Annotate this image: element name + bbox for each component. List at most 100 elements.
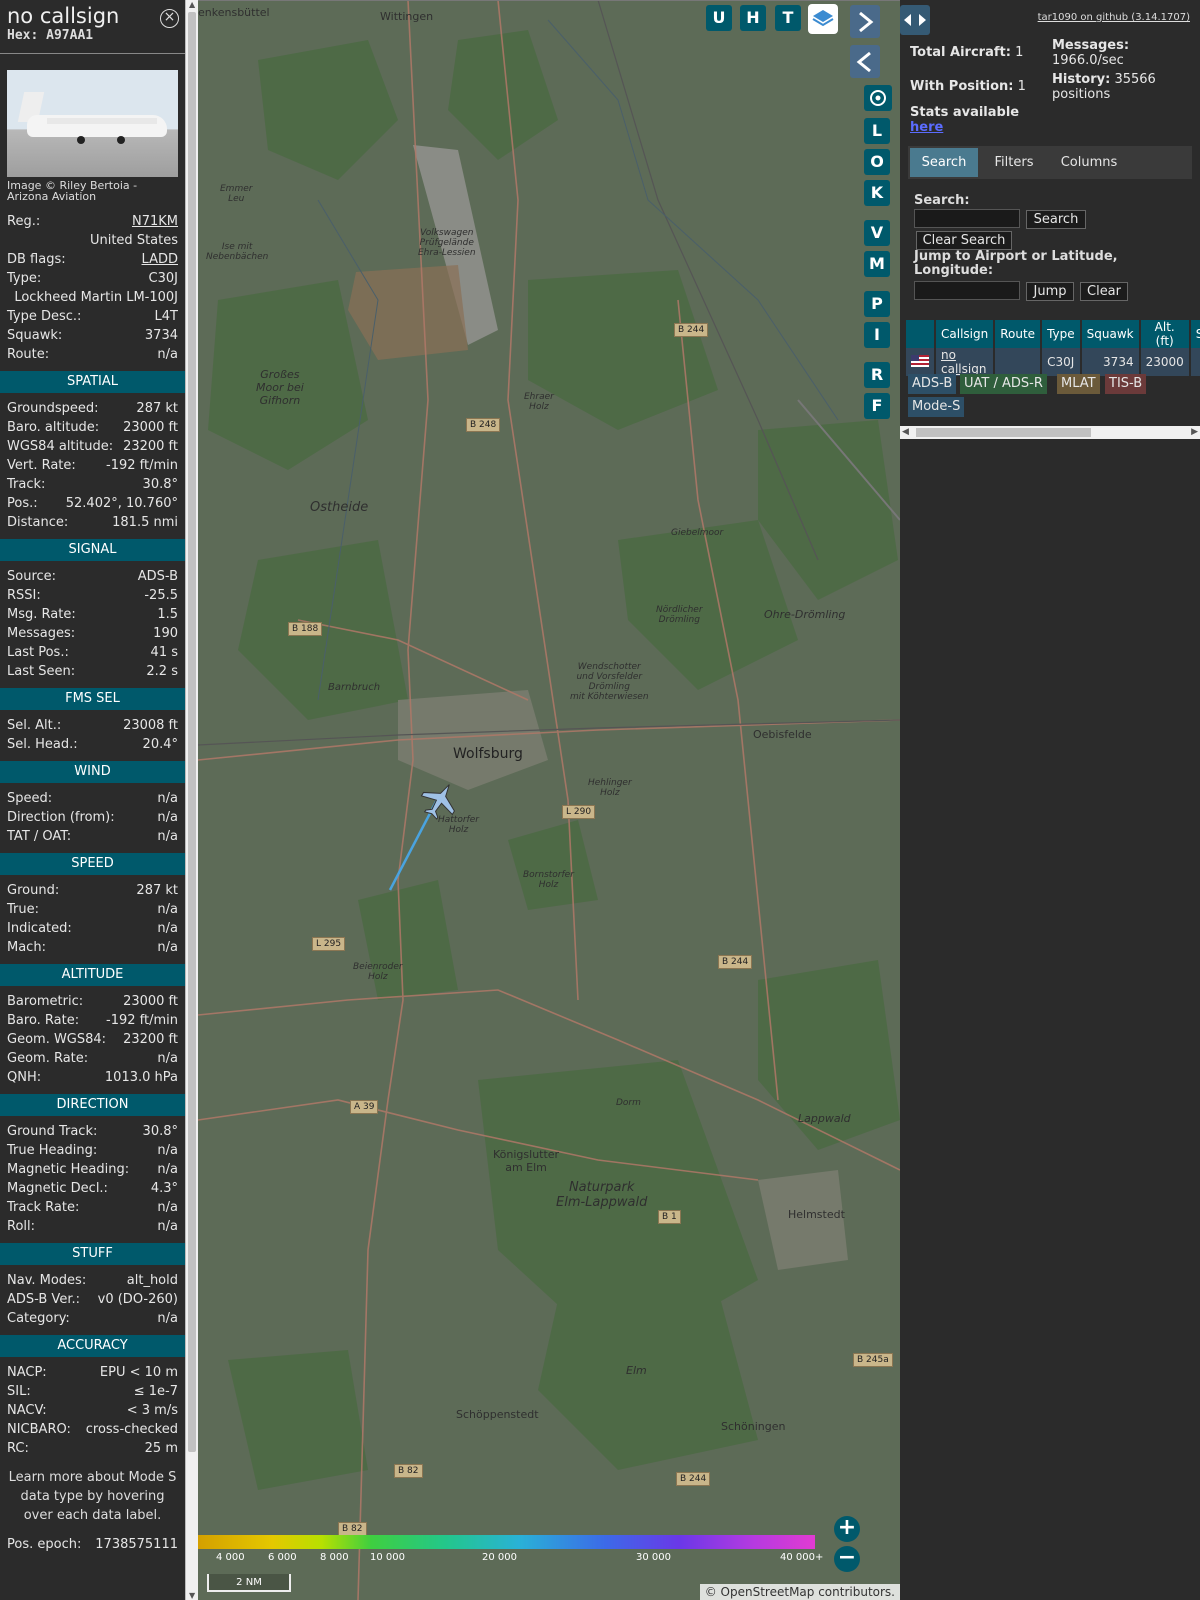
row-label[interactable]: Speed: bbox=[7, 789, 52, 808]
l-button[interactable]: L bbox=[864, 118, 890, 144]
row-label[interactable]: RSSI: bbox=[7, 586, 41, 605]
row-label[interactable]: Nav. Modes: bbox=[7, 1271, 86, 1290]
row-label[interactable]: Source: bbox=[7, 567, 56, 586]
info-row[interactable]: Reg.: N71KM bbox=[0, 212, 185, 231]
row-label[interactable]: SIL: bbox=[7, 1382, 31, 1401]
row-label[interactable]: WGS84 altitude: bbox=[7, 437, 113, 456]
settings-gear-icon[interactable] bbox=[864, 85, 892, 111]
p-button[interactable]: P bbox=[864, 291, 890, 317]
scrollbar-thumb[interactable] bbox=[188, 12, 196, 1452]
zoom-in-button[interactable]: + bbox=[834, 1516, 860, 1542]
row-label[interactable]: Geom. WGS84: bbox=[7, 1030, 106, 1049]
jump-input[interactable] bbox=[914, 281, 1020, 300]
row-label[interactable]: Track Rate: bbox=[7, 1198, 79, 1217]
row-label[interactable]: NICBARO: bbox=[7, 1420, 71, 1439]
jump-button[interactable]: Jump bbox=[1026, 282, 1074, 301]
row-label[interactable]: NACP: bbox=[7, 1363, 47, 1382]
close-icon[interactable]: × bbox=[160, 9, 179, 28]
row-label[interactable]: True Heading: bbox=[7, 1141, 97, 1160]
row-value[interactable]: LADD bbox=[142, 250, 178, 269]
tab-columns[interactable]: Columns bbox=[1050, 148, 1128, 177]
column-header-route[interactable]: Route bbox=[994, 320, 1043, 348]
i-button[interactable]: I bbox=[864, 322, 890, 348]
row-label[interactable]: Baro. altitude: bbox=[7, 418, 99, 437]
r-button[interactable]: R bbox=[864, 362, 890, 388]
row-label[interactable]: Magnetic Decl.: bbox=[7, 1179, 108, 1198]
aircraft-photo[interactable] bbox=[7, 70, 178, 177]
row-value: 20.4° bbox=[142, 737, 178, 752]
column-header-flag[interactable] bbox=[906, 320, 936, 348]
o-button[interactable]: O bbox=[864, 149, 890, 175]
row-label[interactable]: Ground: bbox=[7, 881, 59, 900]
row-label[interactable]: NACV: bbox=[7, 1401, 47, 1420]
row-label[interactable]: Indicated: bbox=[7, 919, 72, 938]
column-header-speed[interactable]: S bbox=[1189, 320, 1200, 348]
row-label[interactable]: Messages: bbox=[7, 624, 75, 643]
row-label[interactable]: Last Pos.: bbox=[7, 643, 69, 662]
column-header-type[interactable]: Type bbox=[1041, 320, 1082, 348]
f-button[interactable]: F bbox=[864, 393, 890, 419]
row-label[interactable]: Sel. Head.: bbox=[7, 735, 78, 754]
place-label: Beienroder Holz bbox=[353, 962, 403, 982]
row-label[interactable]: Vert. Rate: bbox=[7, 456, 76, 475]
v-button[interactable]: V bbox=[864, 220, 890, 246]
row-label[interactable]: Sel. Alt.: bbox=[7, 716, 61, 735]
row-label[interactable]: Geom. Rate: bbox=[7, 1049, 88, 1068]
row-label[interactable]: Baro. Rate: bbox=[7, 1011, 79, 1030]
cell-callsign[interactable]: no callsign bbox=[935, 348, 996, 376]
gear-center bbox=[875, 95, 881, 101]
collapse-left-button[interactable] bbox=[850, 45, 880, 78]
clear-search-button[interactable]: Clear Search bbox=[916, 231, 1012, 250]
map-view[interactable]: Wolfsburg Oebisfelde Helmstedt Königslut… bbox=[198, 0, 900, 1600]
search-button[interactable]: Search bbox=[1026, 210, 1086, 229]
info-row[interactable]: DB flags: LADD bbox=[0, 250, 185, 269]
column-header-squawk[interactable]: Squawk bbox=[1080, 320, 1141, 348]
row-label[interactable]: Groundspeed: bbox=[7, 399, 98, 418]
row-label[interactable]: Direction (from): bbox=[7, 808, 115, 827]
row-value: United States bbox=[89, 233, 178, 248]
tab-search[interactable]: Search bbox=[910, 148, 978, 177]
github-link[interactable]: tar1090 on github (3.14.1707) bbox=[1038, 12, 1190, 23]
stats-link[interactable]: here bbox=[910, 120, 943, 135]
row-value[interactable]: N71KM bbox=[132, 212, 178, 231]
row-label[interactable]: TAT / OAT: bbox=[7, 827, 71, 846]
expand-right-button[interactable] bbox=[850, 5, 880, 38]
row-label[interactable]: Last Seen: bbox=[7, 662, 75, 681]
row-label[interactable]: ADS-B Ver.: bbox=[7, 1290, 80, 1309]
scroll-right-icon[interactable]: ▶ bbox=[1191, 427, 1198, 437]
h-button[interactable]: H bbox=[740, 5, 766, 31]
toggle-sidebar-button[interactable] bbox=[900, 5, 930, 35]
row-label[interactable]: QNH: bbox=[7, 1068, 41, 1087]
sidebar-scrollbar[interactable]: ▲ ▼ bbox=[185, 0, 198, 1600]
search-input[interactable] bbox=[914, 209, 1020, 228]
clear-button[interactable]: Clear bbox=[1080, 282, 1128, 301]
column-header-callsign[interactable]: Callsign bbox=[935, 320, 996, 348]
scrollbar-thumb[interactable] bbox=[916, 428, 1091, 437]
row-label[interactable]: Barometric: bbox=[7, 992, 83, 1011]
u-button[interactable]: U bbox=[706, 5, 732, 31]
row-label[interactable]: Track: bbox=[7, 475, 45, 494]
row-label[interactable]: Roll: bbox=[7, 1217, 35, 1236]
row-label[interactable]: Ground Track: bbox=[7, 1122, 97, 1141]
column-header-altitude[interactable]: Alt. (ft) bbox=[1139, 320, 1191, 348]
row-label[interactable]: Distance: bbox=[7, 513, 68, 532]
table-horizontal-scrollbar[interactable]: ◀ ▶ bbox=[900, 426, 1200, 439]
map-attribution[interactable]: © OpenStreetMap contributors. bbox=[699, 1584, 900, 1600]
t-button[interactable]: T bbox=[775, 5, 801, 31]
row-label[interactable]: RC: bbox=[7, 1439, 29, 1458]
scroll-down-icon[interactable]: ▼ bbox=[189, 1591, 195, 1600]
row-label[interactable]: Msg. Rate: bbox=[7, 605, 76, 624]
row-label[interactable]: Mach: bbox=[7, 938, 46, 957]
row-label[interactable]: Pos.: bbox=[7, 494, 38, 513]
scroll-up-icon[interactable]: ▲ bbox=[189, 0, 195, 9]
k-button[interactable]: K bbox=[864, 180, 890, 206]
scroll-left-icon[interactable]: ◀ bbox=[902, 427, 909, 437]
layers-icon[interactable] bbox=[808, 4, 838, 34]
row-label[interactable]: True: bbox=[7, 900, 39, 919]
zoom-out-button[interactable]: − bbox=[834, 1546, 860, 1572]
table-row[interactable]: no callsign C30J 3734 23000 bbox=[906, 348, 1200, 376]
row-label[interactable]: Category: bbox=[7, 1309, 70, 1328]
tab-filters[interactable]: Filters bbox=[980, 148, 1048, 177]
row-label[interactable]: Magnetic Heading: bbox=[7, 1160, 129, 1179]
m-button[interactable]: M bbox=[864, 251, 890, 277]
